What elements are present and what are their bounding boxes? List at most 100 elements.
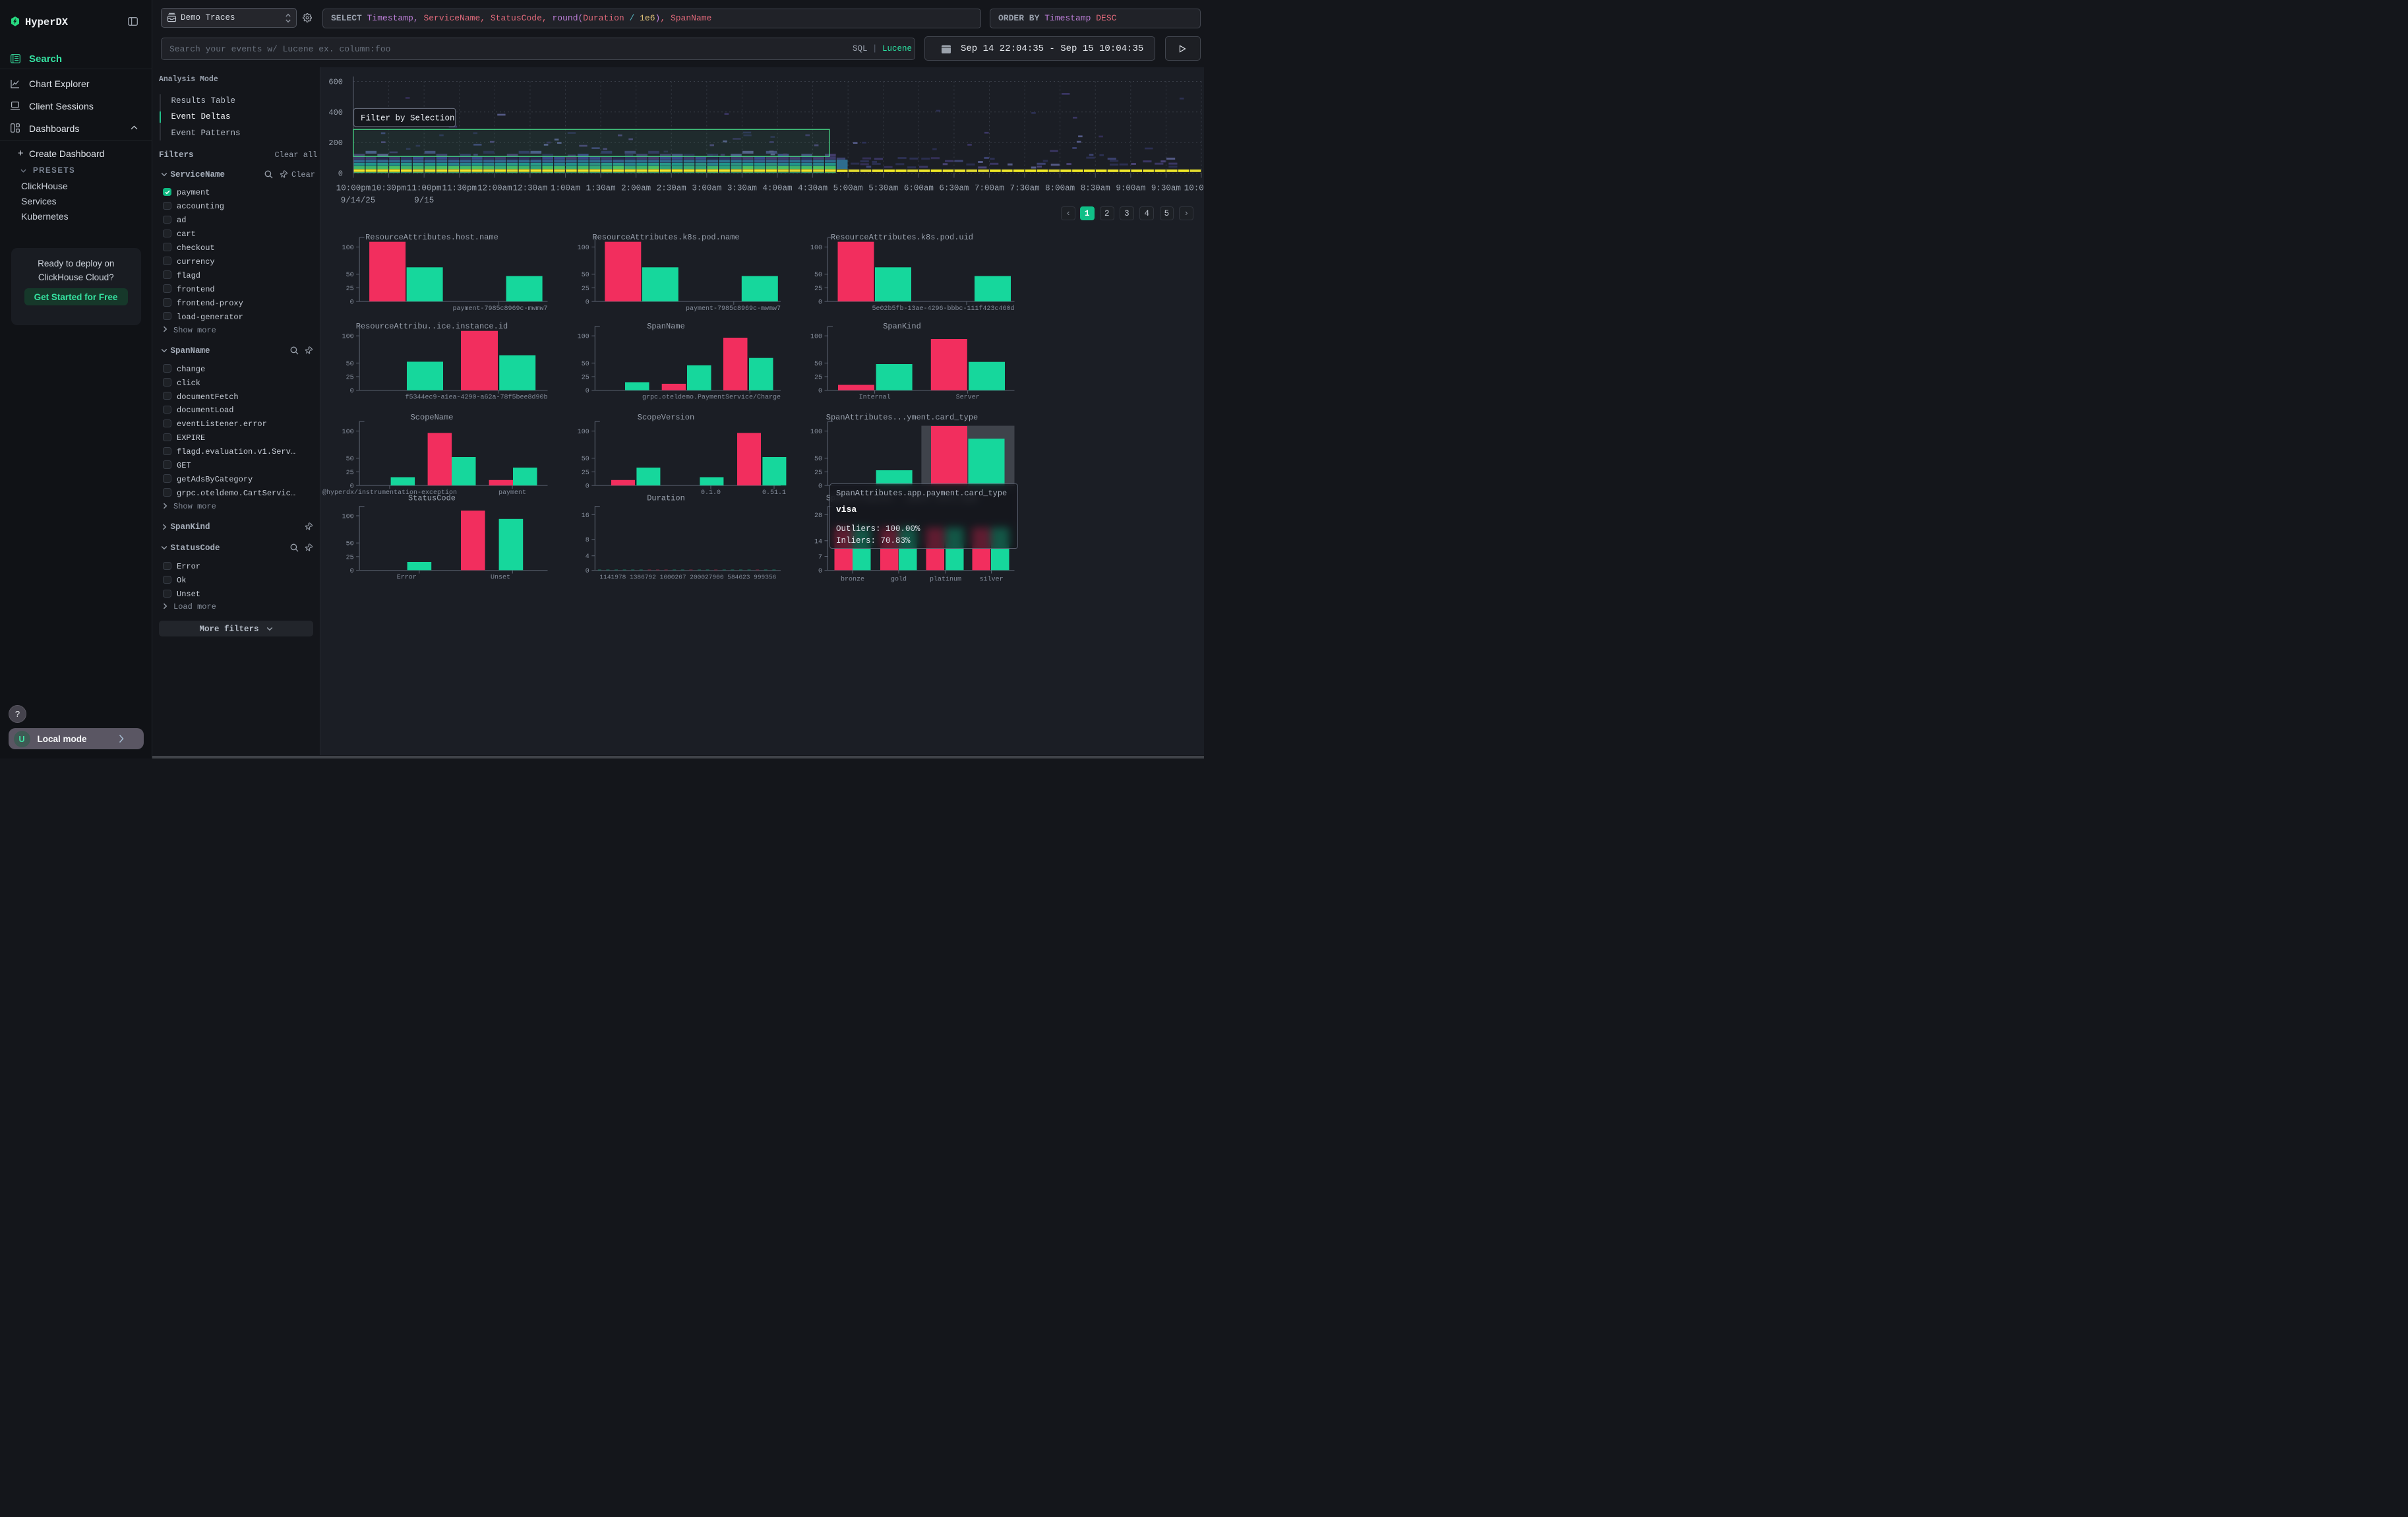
svg-text:25: 25	[346, 554, 354, 561]
svg-text:100: 100	[810, 334, 822, 341]
svg-text:50: 50	[582, 361, 589, 368]
svg-text:5:00am: 5:00am	[833, 184, 863, 193]
svg-text:100: 100	[578, 245, 589, 252]
svg-text:ScopeName: ScopeName	[411, 413, 454, 422]
svg-text:5:30am: 5:30am	[868, 184, 898, 193]
svg-text:50: 50	[346, 272, 354, 279]
svg-text:50: 50	[346, 361, 354, 368]
svg-text:25: 25	[582, 375, 589, 382]
svg-text:4:00am: 4:00am	[762, 184, 792, 193]
svg-text:Server: Server	[956, 394, 980, 402]
svg-text:SpanKind: SpanKind	[883, 322, 921, 331]
svg-text:100: 100	[810, 245, 822, 252]
svg-text:0: 0	[586, 483, 589, 491]
svg-text:7: 7	[818, 554, 822, 561]
svg-text:50: 50	[814, 272, 822, 279]
svg-text:0: 0	[818, 388, 822, 395]
svg-text:6:30am: 6:30am	[939, 184, 969, 193]
svg-text:9/14/25: 9/14/25	[341, 196, 376, 205]
svg-text:25: 25	[814, 286, 822, 293]
svg-text:11:00pm: 11:00pm	[407, 184, 442, 193]
svg-text:10:00am: 10:00am	[1184, 184, 1204, 193]
svg-text:50: 50	[582, 272, 589, 279]
svg-text:100: 100	[578, 334, 589, 341]
svg-text:8: 8	[586, 537, 589, 544]
svg-text:100: 100	[342, 514, 354, 521]
svg-text:200: 200	[328, 139, 343, 148]
svg-text:ResourceAttributes.host.name: ResourceAttributes.host.name	[365, 233, 498, 242]
svg-text:9:30am: 9:30am	[1151, 184, 1181, 193]
svg-text:ResourceAttribu..ice.instance.: ResourceAttribu..ice.instance.id	[356, 322, 508, 331]
svg-text:0: 0	[350, 299, 354, 307]
svg-text:600: 600	[328, 78, 343, 87]
svg-text:0: 0	[586, 388, 589, 395]
svg-text:payment-7985c8969c-mwmw7: payment-7985c8969c-mwmw7	[452, 305, 547, 313]
svg-text:50: 50	[346, 541, 354, 548]
svg-text:1:30am: 1:30am	[586, 184, 616, 193]
svg-text:0: 0	[818, 299, 822, 307]
svg-text:100: 100	[810, 429, 822, 436]
svg-text:ResourceAttributes.k8s.pod.uid: ResourceAttributes.k8s.pod.uid	[831, 233, 973, 242]
svg-text:SpanName: SpanName	[647, 322, 685, 331]
svg-text:25: 25	[814, 375, 822, 382]
svg-text:StatusCode: StatusCode	[408, 494, 456, 503]
svg-text:platinum: platinum	[930, 576, 961, 584]
svg-text:ScopeVersion: ScopeVersion	[638, 413, 694, 422]
svg-text:5e02b5fb-13ae-4296-bbbc-111f42: 5e02b5fb-13ae-4296-bbbc-111f423c460d	[872, 305, 1014, 313]
svg-text:25: 25	[814, 470, 822, 477]
svg-text:100: 100	[578, 429, 589, 436]
svg-text:25: 25	[346, 286, 354, 293]
svg-text:50: 50	[814, 456, 822, 463]
svg-text:28: 28	[814, 512, 822, 520]
svg-text:0: 0	[338, 170, 343, 179]
svg-text:14: 14	[814, 538, 822, 545]
svg-text:10:30pm: 10:30pm	[371, 184, 406, 193]
svg-text:100: 100	[342, 245, 354, 252]
svg-text:8:30am: 8:30am	[1081, 184, 1110, 193]
svg-text:9:00am: 9:00am	[1116, 184, 1145, 193]
svg-text:Duration: Duration	[647, 494, 685, 503]
svg-text:payment: payment	[498, 489, 526, 497]
svg-text:400: 400	[328, 108, 343, 117]
svg-text:16: 16	[582, 512, 589, 520]
svg-text:grpc.oteldemo.PaymentService/C: grpc.oteldemo.PaymentService/Charge	[642, 394, 781, 402]
svg-text:0.1.0: 0.1.0	[701, 489, 721, 497]
svg-text:100: 100	[342, 334, 354, 341]
svg-text:50: 50	[814, 361, 822, 368]
svg-text:11:30pm: 11:30pm	[442, 184, 477, 193]
svg-text:0: 0	[586, 568, 589, 575]
svg-text:4: 4	[586, 553, 589, 561]
svg-text:6:00am: 6:00am	[904, 184, 934, 193]
svg-text:1:00am: 1:00am	[551, 184, 580, 193]
svg-text:3:30am: 3:30am	[727, 184, 757, 193]
svg-text:2:00am: 2:00am	[621, 184, 651, 193]
svg-text:4:30am: 4:30am	[798, 184, 828, 193]
svg-text:Internal: Internal	[859, 394, 891, 402]
svg-text:0: 0	[350, 568, 354, 575]
svg-text:10:00pm: 10:00pm	[336, 184, 371, 193]
svg-text:0: 0	[350, 388, 354, 395]
svg-text:50: 50	[346, 456, 354, 463]
svg-text:gold: gold	[891, 576, 907, 584]
svg-text:1141978 1386792 1600267 200027: 1141978 1386792 1600267 200027900 584623…	[599, 574, 776, 581]
svg-text:8:00am: 8:00am	[1045, 184, 1075, 193]
svg-text:0: 0	[586, 299, 589, 307]
svg-text:ResourceAttributes.k8s.pod.nam: ResourceAttributes.k8s.pod.name	[592, 233, 739, 242]
svg-text:12:00am: 12:00am	[477, 184, 512, 193]
svg-text:f5344ec9-a1ea-4290-a62a-78f5be: f5344ec9-a1ea-4290-a62a-78f5bee8d90b	[405, 394, 547, 402]
svg-text:Unset: Unset	[491, 574, 510, 582]
svg-text:bronze: bronze	[841, 576, 864, 584]
svg-text:7:00am: 7:00am	[975, 184, 1004, 193]
svg-text:50: 50	[582, 456, 589, 463]
svg-text:12:30am: 12:30am	[513, 184, 548, 193]
svg-text:25: 25	[346, 470, 354, 477]
svg-text:9/15: 9/15	[414, 196, 434, 205]
svg-text:0.51.1: 0.51.1	[762, 489, 786, 497]
svg-text:3:00am: 3:00am	[692, 184, 721, 193]
svg-text:Error: Error	[397, 574, 417, 582]
svg-text:SpanAttributes...yment.card_ty: SpanAttributes...yment.card_type	[826, 413, 978, 422]
svg-text:7:30am: 7:30am	[1010, 184, 1040, 193]
svg-text:0: 0	[818, 568, 822, 575]
svg-text:Filter by Selection: Filter by Selection	[361, 113, 455, 123]
svg-text:silver: silver	[980, 576, 1004, 584]
